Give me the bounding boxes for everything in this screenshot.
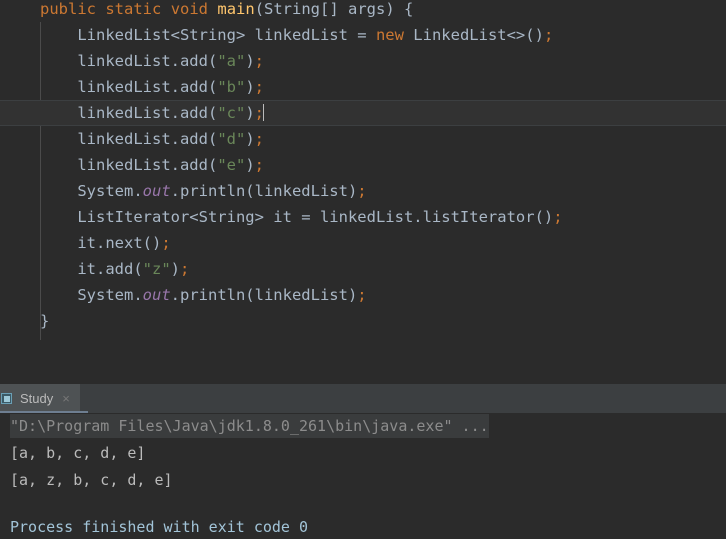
code-token: }: [40, 312, 50, 330]
code-token: ;: [180, 260, 190, 278]
code-token: linkedList.add(: [77, 52, 218, 70]
code-token: .println(linkedList): [170, 182, 358, 200]
code-token: ;: [543, 26, 554, 44]
code-token: ;: [553, 208, 563, 226]
code-token: void: [170, 0, 209, 18]
code-token: "b": [217, 78, 246, 96]
code-line[interactable]: }: [0, 308, 726, 334]
code-token: .println(linkedList): [170, 286, 358, 304]
code-line[interactable]: ListIterator<String> it = linkedList.lis…: [0, 204, 726, 230]
code-token: ;: [161, 234, 171, 252]
console-line: "D:\Program Files\Java\jdk1.8.0_261\bin\…: [0, 413, 726, 440]
code-line[interactable]: linkedList.add("b");: [0, 74, 726, 100]
code-line[interactable]: [0, 360, 726, 383]
run-configuration-icon: [0, 392, 14, 406]
console-command-text: "D:\Program Files\Java\jdk1.8.0_261\bin\…: [10, 414, 489, 438]
code-token: "c": [217, 104, 246, 122]
code-token: it.next(): [77, 234, 162, 252]
code-token: ListIterator<String> it = linkedList.lis…: [77, 208, 554, 226]
code-token: it.add(: [77, 260, 143, 278]
code-token: ): [245, 104, 255, 122]
code-line[interactable]: linkedList.add("c");: [0, 100, 726, 126]
code-token: ;: [254, 78, 264, 96]
code-token: ): [170, 260, 180, 278]
code-token: ;: [357, 182, 367, 200]
code-token: linkedList.add(: [77, 130, 218, 148]
code-line[interactable]: [0, 334, 726, 360]
ide-window: public static void main(String[] args) {…: [0, 0, 726, 539]
code-line[interactable]: linkedList.add("e");: [0, 152, 726, 178]
code-token: linkedList.add(: [77, 156, 218, 174]
code-token: static: [105, 0, 162, 18]
code-token: "d": [217, 130, 246, 148]
code-token: "e": [217, 156, 246, 174]
code-token: (String[] args) {: [254, 0, 414, 18]
text-caret: [263, 104, 264, 121]
console-line: Process finished with exit code 0: [10, 518, 309, 536]
run-tab-study[interactable]: Study ×: [0, 384, 80, 413]
code-token: out: [142, 286, 171, 304]
code-token: System.: [77, 182, 143, 200]
run-console-output[interactable]: "D:\Program Files\Java\jdk1.8.0_261\bin\…: [0, 413, 726, 539]
code-token: ): [245, 52, 255, 70]
code-line[interactable]: linkedList.add("d");: [0, 126, 726, 152]
run-panel-tabbar: Study ×: [0, 383, 726, 414]
code-token: LinkedList<>(): [403, 26, 544, 44]
code-token: System.: [77, 286, 143, 304]
console-line: [a, b, c, d, e]: [10, 444, 146, 462]
code-lines[interactable]: public static void main(String[] args) {…: [0, 0, 726, 383]
code-token: "z": [142, 260, 171, 278]
code-editor[interactable]: public static void main(String[] args) {…: [0, 0, 726, 383]
console-line: [a, z, b, c, d, e]: [10, 471, 173, 489]
code-token: public: [40, 0, 96, 18]
code-token: ): [245, 130, 255, 148]
code-token: ;: [254, 130, 264, 148]
code-line[interactable]: System.out.println(linkedList);: [0, 178, 726, 204]
code-token: linkedList.add(: [77, 104, 218, 122]
code-token: ;: [254, 52, 264, 70]
code-line[interactable]: it.next();: [0, 230, 726, 256]
code-line[interactable]: it.add("z");: [0, 256, 726, 282]
code-token: ;: [254, 156, 264, 174]
code-token: ): [245, 78, 255, 96]
code-line[interactable]: linkedList.add("a");: [0, 48, 726, 74]
code-line[interactable]: LinkedList<String> linkedList = new Link…: [0, 22, 726, 48]
code-token: "a": [217, 52, 246, 70]
code-token: new: [375, 26, 404, 44]
code-token: LinkedList<String> linkedList =: [77, 26, 376, 44]
code-token: out: [142, 182, 171, 200]
code-token: ): [245, 156, 255, 174]
close-icon[interactable]: ×: [62, 392, 70, 405]
code-token: ;: [357, 286, 367, 304]
code-line[interactable]: System.out.println(linkedList);: [0, 282, 726, 308]
code-token: linkedList.add(: [77, 78, 218, 96]
code-line[interactable]: public static void main(String[] args) {: [0, 0, 726, 22]
run-tab-label: Study: [20, 391, 54, 406]
code-token: main: [217, 0, 255, 18]
